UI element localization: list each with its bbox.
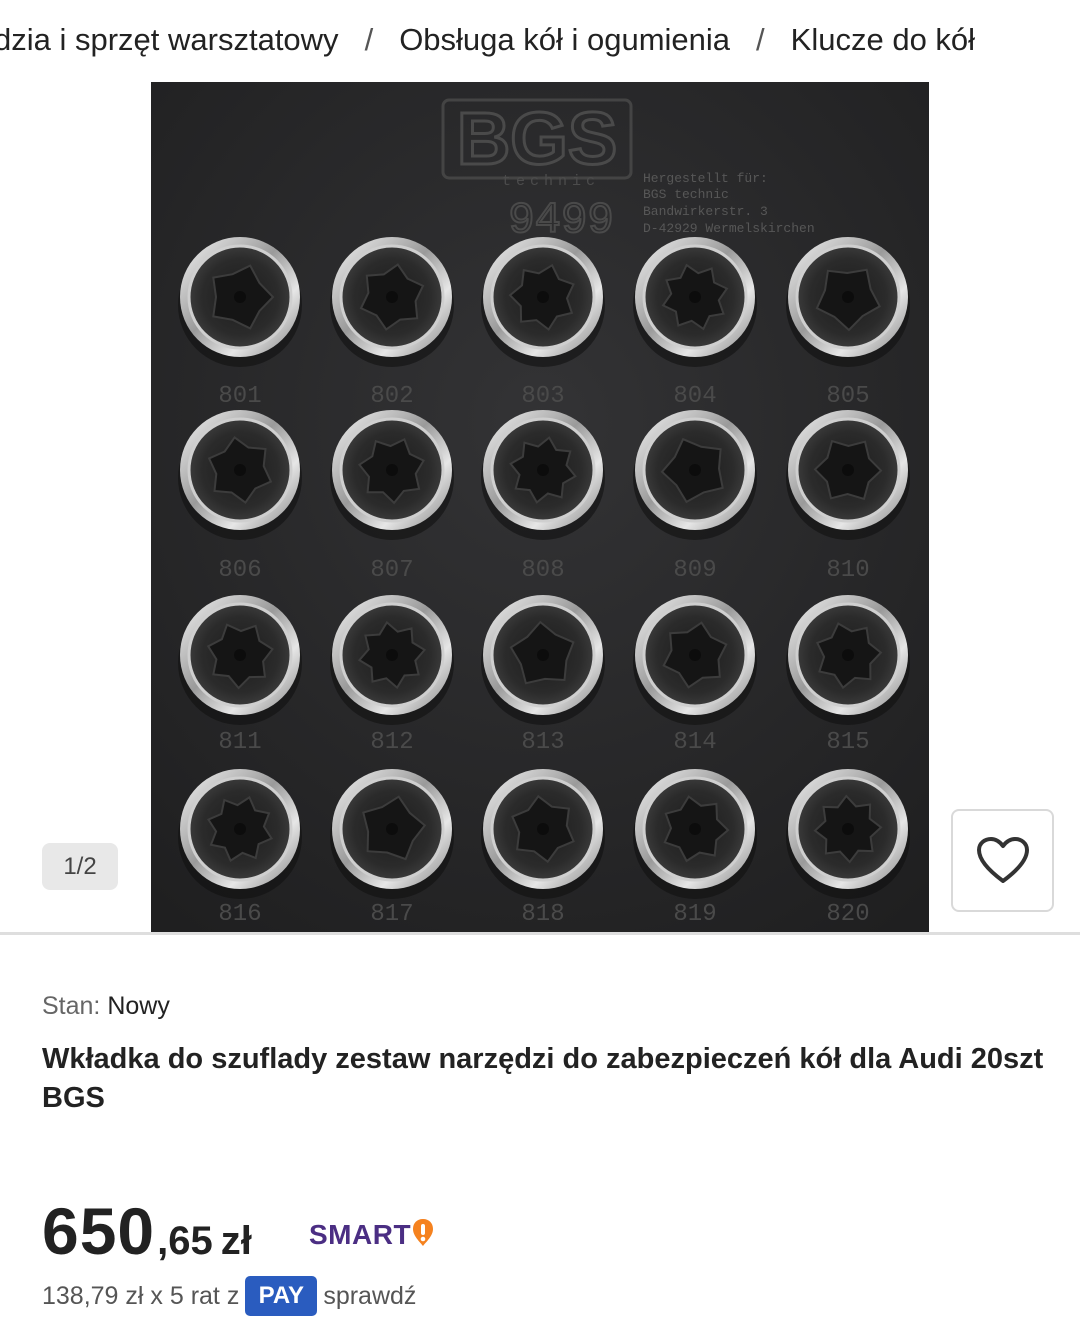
breadcrumb-item-wrenches[interactable]: Klucze do kół [791, 22, 975, 58]
socket-label: 816 [218, 901, 261, 928]
socket-label: 804 [673, 383, 716, 410]
favorite-button[interactable] [951, 809, 1054, 912]
socket-label: 811 [218, 729, 261, 756]
price: 650 ,65 zł [42, 1193, 252, 1269]
socket-label: 810 [826, 557, 869, 584]
socket-label: 807 [370, 557, 413, 584]
price-currency: zł [220, 1219, 252, 1263]
heart-icon [976, 836, 1029, 883]
condition-label: Stan: [42, 992, 101, 1020]
maker-line: BGS technic [643, 187, 729, 202]
socket-label: 814 [673, 729, 716, 756]
breadcrumb-item-wheels[interactable]: Obsługa kół i ogumienia [399, 22, 730, 58]
product-photo[interactable]: BGS technic 9499 Hergestellt für: BGS te… [151, 82, 929, 932]
smart-badge[interactable]: SMART [309, 1218, 434, 1252]
maker-line: D-42929 Wermelskirchen [643, 221, 815, 236]
smart-exclamation-icon [413, 1219, 434, 1246]
breadcrumb-separator: / [756, 22, 765, 57]
socket-label: 801 [218, 383, 261, 410]
installments-check-link[interactable]: sprawdź [323, 1282, 416, 1311]
installments-text: 138,79 zł x 5 rat z [42, 1281, 240, 1310]
socket-label: 808 [521, 557, 564, 584]
price-integer: 650 [42, 1194, 156, 1268]
condition-value: Nowy [107, 992, 170, 1020]
section-divider [0, 932, 1080, 935]
socket-label: 812 [370, 729, 413, 756]
breadcrumb: dzia i sprzęt warsztatowy / Obsługa kół … [0, 0, 1080, 82]
smart-label: SMART [309, 1219, 412, 1250]
maker-line: Hergestellt für: [643, 171, 768, 186]
price-decimal: ,65 [157, 1219, 213, 1263]
socket-label: 805 [826, 383, 869, 410]
socket-label: 817 [370, 901, 413, 928]
installments-info: 138,79 zł x 5 rat z PAY sprawdź [42, 1276, 416, 1316]
image-pager: 1/2 [42, 843, 118, 890]
pay-badge: PAY [245, 1276, 318, 1316]
socket-label: 806 [218, 557, 261, 584]
breadcrumb-separator: / [364, 22, 374, 57]
socket-label: 802 [370, 383, 413, 410]
socket-label: 820 [826, 901, 869, 928]
product-gallery[interactable]: BGS technic 9499 Hergestellt für: BGS te… [0, 82, 1080, 933]
maker-line: Bandwirkerstr. 3 [643, 204, 768, 219]
logo-subtext: technic [502, 173, 600, 190]
breadcrumb-item-tools[interactable]: dzia i sprzęt warsztatowy [0, 22, 339, 58]
socket-label: 819 [673, 901, 716, 928]
product-title: Wkładka do szuflady zestaw narzędzi do z… [42, 1043, 1044, 1114]
socket-label: 815 [826, 729, 869, 756]
socket-label: 818 [521, 901, 564, 928]
socket-label: 809 [673, 557, 716, 584]
socket-label: 803 [521, 383, 564, 410]
logo-text: BGS [457, 97, 617, 180]
socket-tray-image: BGS technic 9499 Hergestellt für: BGS te… [151, 82, 929, 932]
socket-label: 813 [521, 729, 564, 756]
product-condition: Stan: Nowy [42, 992, 170, 1021]
model-number: 9499 [508, 196, 614, 246]
